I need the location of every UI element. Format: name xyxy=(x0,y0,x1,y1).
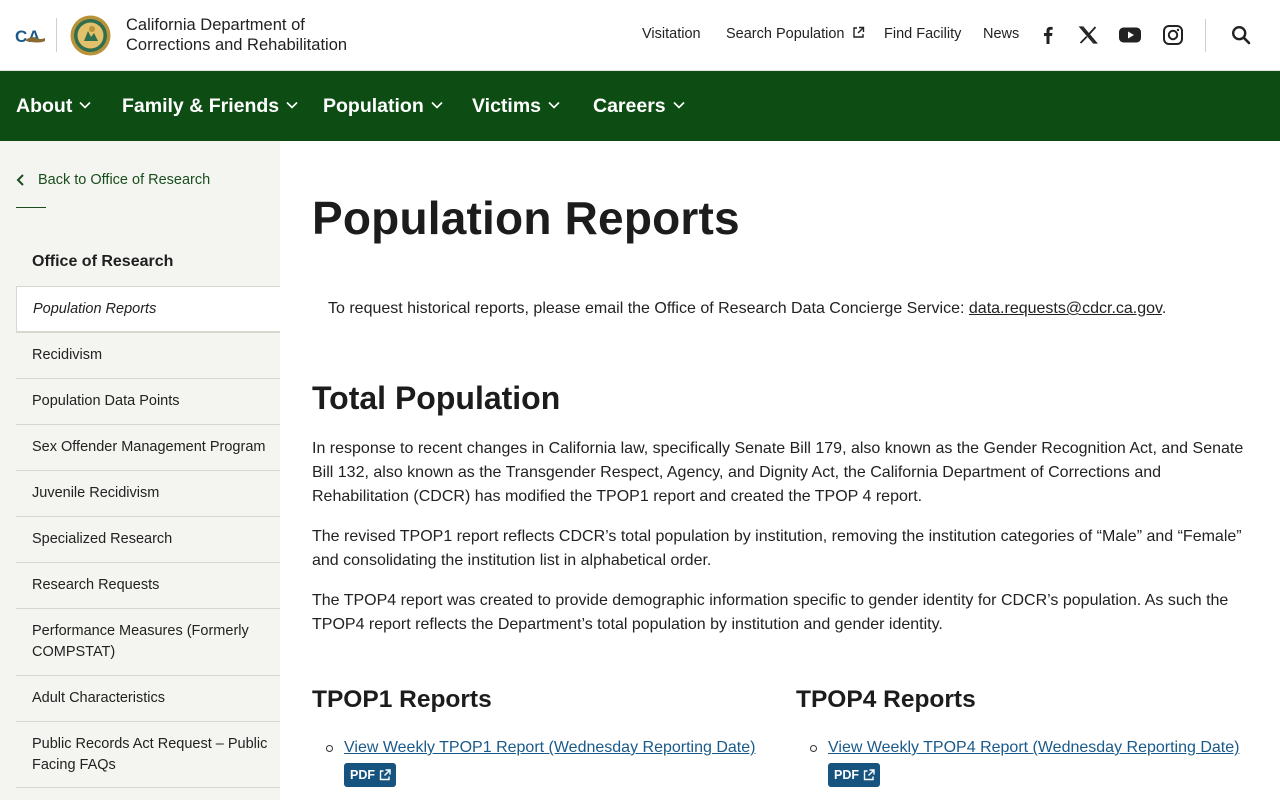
sidebar-item-research-requests[interactable]: Research Requests xyxy=(16,562,280,608)
section-title-total-population: Total Population xyxy=(312,380,561,416)
chevron-down-icon xyxy=(79,102,91,109)
util-link-news[interactable]: News xyxy=(983,26,1019,42)
svg-text:C: C xyxy=(15,27,27,46)
main-navigation: About Family & Friends Population Victim… xyxy=(0,71,1280,141)
external-link-icon xyxy=(379,769,391,781)
nav-about[interactable]: About xyxy=(16,95,91,117)
request-note: To request historical reports, please em… xyxy=(328,300,1167,317)
chevron-down-icon xyxy=(673,102,685,109)
paragraph: In response to recent changes in Califor… xyxy=(312,440,1244,505)
sidebar-item-recidivism[interactable]: Recidivism xyxy=(16,332,280,378)
sidebar-item-population-reports[interactable]: Population Reports xyxy=(16,286,280,332)
paragraph: The revised TPOP1 report reflects CDCR’s… xyxy=(312,528,1242,569)
tpop4-heading: TPOP4 Reports xyxy=(796,686,976,713)
external-link-icon xyxy=(863,769,875,781)
svg-text:A: A xyxy=(28,27,40,46)
chevron-down-icon xyxy=(548,102,560,109)
cdcr-seal-icon[interactable] xyxy=(70,15,111,56)
sidebar-item-performance-measures[interactable]: Performance Measures (Formerly COMPSTAT) xyxy=(16,608,280,675)
list-bullet xyxy=(326,745,333,752)
chevron-left-icon xyxy=(16,174,24,186)
list-bullet xyxy=(810,745,817,752)
back-link-underline xyxy=(16,207,46,208)
sidebar-item-specialized-research[interactable]: Specialized Research xyxy=(16,516,280,562)
nav-victims[interactable]: Victims xyxy=(472,95,560,117)
sidebar-item-sex-offender-management[interactable]: Sex Offender Management Program xyxy=(16,424,280,470)
search-icon[interactable] xyxy=(1231,25,1251,45)
chevron-down-icon xyxy=(286,102,298,109)
sidebar-item-population-data-points[interactable]: Population Data Points xyxy=(16,378,280,424)
request-email-link[interactable]: data.requests@cdcr.ca.gov xyxy=(969,300,1162,317)
youtube-icon[interactable] xyxy=(1118,24,1142,46)
tpop4-pdf-badge[interactable]: PDF xyxy=(828,763,880,787)
department-name[interactable]: California Department of Corrections and… xyxy=(126,15,347,55)
util-link-find-facility[interactable]: Find Facility xyxy=(884,26,961,42)
facebook-icon[interactable] xyxy=(1037,24,1059,46)
util-link-visitation[interactable]: Visitation xyxy=(642,26,701,42)
x-icon[interactable] xyxy=(1077,24,1099,46)
sidebar-item-juvenile-recidivism[interactable]: Juvenile Recidivism xyxy=(16,470,280,516)
sidebar-list: Population Reports Recidivism Population… xyxy=(16,286,280,788)
sidebar-item-public-records-faq[interactable]: Public Records Act Request – Public Faci… xyxy=(16,721,280,788)
nav-population[interactable]: Population xyxy=(323,95,443,117)
utility-divider xyxy=(1205,19,1206,52)
instagram-icon[interactable] xyxy=(1162,24,1184,46)
chevron-down-icon xyxy=(431,102,443,109)
util-link-search-population[interactable]: Search Population xyxy=(726,26,865,42)
tpop4-report-link[interactable]: View Weekly TPOP4 Report (Wednesday Repo… xyxy=(828,739,1239,757)
site-header: C A California Department of Corrections… xyxy=(0,0,1280,71)
tpop1-pdf-badge[interactable]: PDF xyxy=(344,763,396,787)
sidebar-item-adult-characteristics[interactable]: Adult Characteristics xyxy=(16,675,280,721)
external-link-icon xyxy=(852,26,864,38)
sidebar: Back to Office of Research Office of Res… xyxy=(0,141,280,800)
tpop1-report-link[interactable]: View Weekly TPOP1 Report (Wednesday Repo… xyxy=(344,739,755,757)
paragraph: The TPOP4 report was created to provide … xyxy=(312,592,1229,633)
sidebar-heading[interactable]: Office of Research xyxy=(32,253,173,271)
page-title: Population Reports xyxy=(312,192,740,244)
nav-family-friends[interactable]: Family & Friends xyxy=(122,95,298,117)
nav-careers[interactable]: Careers xyxy=(593,95,685,117)
tpop1-heading: TPOP1 Reports xyxy=(312,686,492,713)
ca-gov-logo-icon[interactable]: C A xyxy=(15,25,47,47)
logo-divider xyxy=(56,18,57,52)
